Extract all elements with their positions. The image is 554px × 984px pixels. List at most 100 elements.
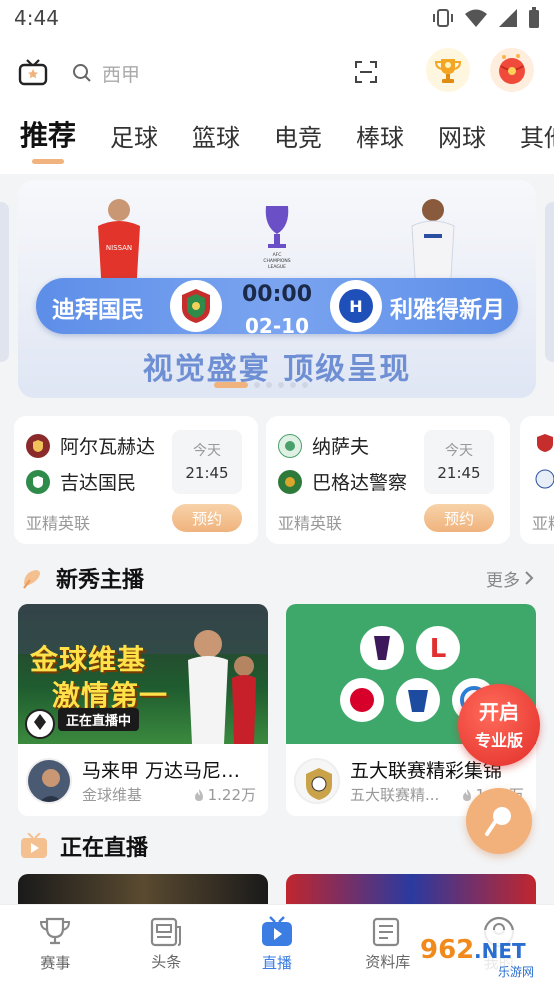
tab-baseball[interactable]: 棒球 xyxy=(356,110,404,153)
database-icon xyxy=(372,917,399,947)
banner-match-time: 00:00 xyxy=(241,282,313,307)
streamer-name: 金球维基 xyxy=(82,786,143,804)
tab-esports[interactable]: 电竞 xyxy=(274,110,322,153)
view-count-value: 1.22万 xyxy=(207,786,256,804)
search-placeholder: 西甲 xyxy=(102,63,141,86)
avatar xyxy=(26,758,72,804)
nav-news[interactable]: 头条 xyxy=(111,905,222,984)
svg-text:L: L xyxy=(430,634,447,664)
match-league: 亚精英联 xyxy=(278,514,343,533)
status-time: 4:44 xyxy=(14,6,59,30)
match-card[interactable]: 纳萨夫 巴格达警察 今天 21:45 亚精英联 预约 xyxy=(266,416,510,544)
search-icon xyxy=(73,64,91,82)
trophy-icon xyxy=(40,917,71,945)
nav-label: 资料库 xyxy=(365,953,411,971)
banner-away-team: 利雅得新月 xyxy=(390,297,505,323)
signal-icon xyxy=(499,9,517,27)
tv-icon[interactable] xyxy=(18,59,48,87)
svg-text:962: 962 xyxy=(420,935,474,965)
match-home-row: 纳萨夫 xyxy=(278,432,369,459)
battery-icon xyxy=(529,7,539,28)
banner-match-date: 02-10 xyxy=(245,314,309,338)
top-bar: 西甲 xyxy=(0,36,554,110)
tab-football[interactable]: 足球 xyxy=(110,110,158,153)
reserve-button[interactable]: 预约 xyxy=(424,504,494,532)
match-day: 今天 xyxy=(445,443,473,459)
home-team-crest xyxy=(170,280,222,332)
site-watermark-logo: 962 .NET 乐游网 xyxy=(412,930,552,982)
scan-icon[interactable] xyxy=(354,60,378,84)
thumbnail-headline: 金球维基 xyxy=(30,643,147,676)
banner-home-team: 迪拜国民 xyxy=(52,297,144,323)
more-label: 更多 xyxy=(486,570,520,591)
banner-next-peek xyxy=(545,202,554,362)
news-icon xyxy=(151,917,182,947)
team-badge-icon xyxy=(278,469,302,494)
live-stream-thumbnail[interactable] xyxy=(286,874,536,904)
hero-banner[interactable]: NISSAN AFC CHAMPIONS LEAGUE 迪拜国民 00:00 02-… xyxy=(18,180,536,398)
status-icons xyxy=(432,7,540,29)
banner-prev-peek xyxy=(0,202,9,362)
tab-basketball[interactable]: 篮球 xyxy=(192,110,240,153)
team-badge-icon xyxy=(535,469,554,489)
red-packet-icon xyxy=(499,54,525,84)
svg-text:LEAGUE: LEAGUE xyxy=(268,264,286,270)
nav-label: 赛事 xyxy=(40,954,71,972)
stream-info: 马来甲 万达马尼沙... 金球维基 1.22万 xyxy=(26,754,260,810)
stream-card[interactable]: 金球维基 激情第一 正在直播中 马来甲 万达马尼沙... 金球维基 1.22万 xyxy=(18,604,268,816)
nav-label: 头条 xyxy=(151,953,182,971)
vibrate-icon xyxy=(433,9,453,27)
fire-icon xyxy=(194,788,203,801)
open-pro-button[interactable]: 开启 专业版 xyxy=(458,684,540,766)
wifi-icon xyxy=(465,9,487,27)
match-away-team: 吉达国民 xyxy=(60,472,137,494)
live-now-tag: 正在直播中 xyxy=(58,708,140,731)
team-badge-icon xyxy=(537,434,553,452)
stream-thumbnail: 金球维基 激情第一 正在直播中 xyxy=(18,604,268,744)
match-time: 21:45 xyxy=(437,464,481,482)
svg-text:CHAMPIONS: CHAMPIONS xyxy=(263,258,290,264)
match-away-team: 巴格达警察 xyxy=(312,472,408,494)
avatar xyxy=(294,758,340,804)
trophy-icon xyxy=(434,59,462,83)
pro-button-line2: 专业版 xyxy=(474,731,523,750)
match-time-box: 今天 21:45 xyxy=(424,430,494,494)
match-away-row: 巴格达警察 xyxy=(278,468,407,495)
match-away-row: 吉达国民 xyxy=(26,468,136,495)
match-card[interactable]: 阿尔瓦赫达 吉达国民 今天 21:45 亚精英联 预约 xyxy=(14,416,258,544)
search-box[interactable]: 西甲 xyxy=(72,60,140,87)
rookie-section-title: 新秀主播 xyxy=(56,568,145,593)
team-badge-icon xyxy=(26,469,50,494)
hilal-crest-icon: H xyxy=(339,289,373,323)
nav-matches[interactable]: 赛事 xyxy=(0,905,111,984)
champions-cup-icon: AFCCHAMPIONSLEAGUE xyxy=(263,206,291,270)
fire-icon xyxy=(462,788,471,801)
pager-dot xyxy=(254,382,260,388)
match-home-row: 阿尔瓦赫达 xyxy=(26,432,155,459)
reserve-button[interactable]: 预约 xyxy=(172,504,242,532)
more-link[interactable]: 更多 xyxy=(486,566,534,591)
tab-tennis[interactable]: 网球 xyxy=(438,110,486,153)
match-league: 亚精 xyxy=(532,514,554,533)
nav-live[interactable]: 直播 xyxy=(222,905,333,984)
rookie-icon xyxy=(23,570,40,589)
away-team-crest: H xyxy=(330,280,382,332)
tab-recommend[interactable]: 推荐 xyxy=(20,110,76,164)
match-card-peek[interactable]: 亚精 xyxy=(520,416,554,544)
match-league: 亚精英联 xyxy=(26,514,91,533)
live-section-header: 正在直播 xyxy=(0,826,554,866)
team-badge-icon xyxy=(26,433,50,458)
dubai-crest-icon xyxy=(182,289,210,323)
stream-title: 马来甲 万达马尼沙... xyxy=(82,760,258,782)
tab-other[interactable]: 其他 xyxy=(520,110,554,153)
red-packet-button[interactable] xyxy=(490,48,534,92)
pager-dot xyxy=(290,382,296,388)
chevron-right-icon xyxy=(525,571,534,585)
trophy-button[interactable] xyxy=(426,48,470,92)
live-stream-thumbnail[interactable] xyxy=(18,874,268,904)
live-play-icon xyxy=(261,916,292,946)
match-time-box: 今天 21:45 xyxy=(172,430,242,494)
banner-pager xyxy=(214,382,308,388)
svg-text:.NET: .NET xyxy=(474,939,526,963)
svg-text:AFC: AFC xyxy=(273,252,282,258)
